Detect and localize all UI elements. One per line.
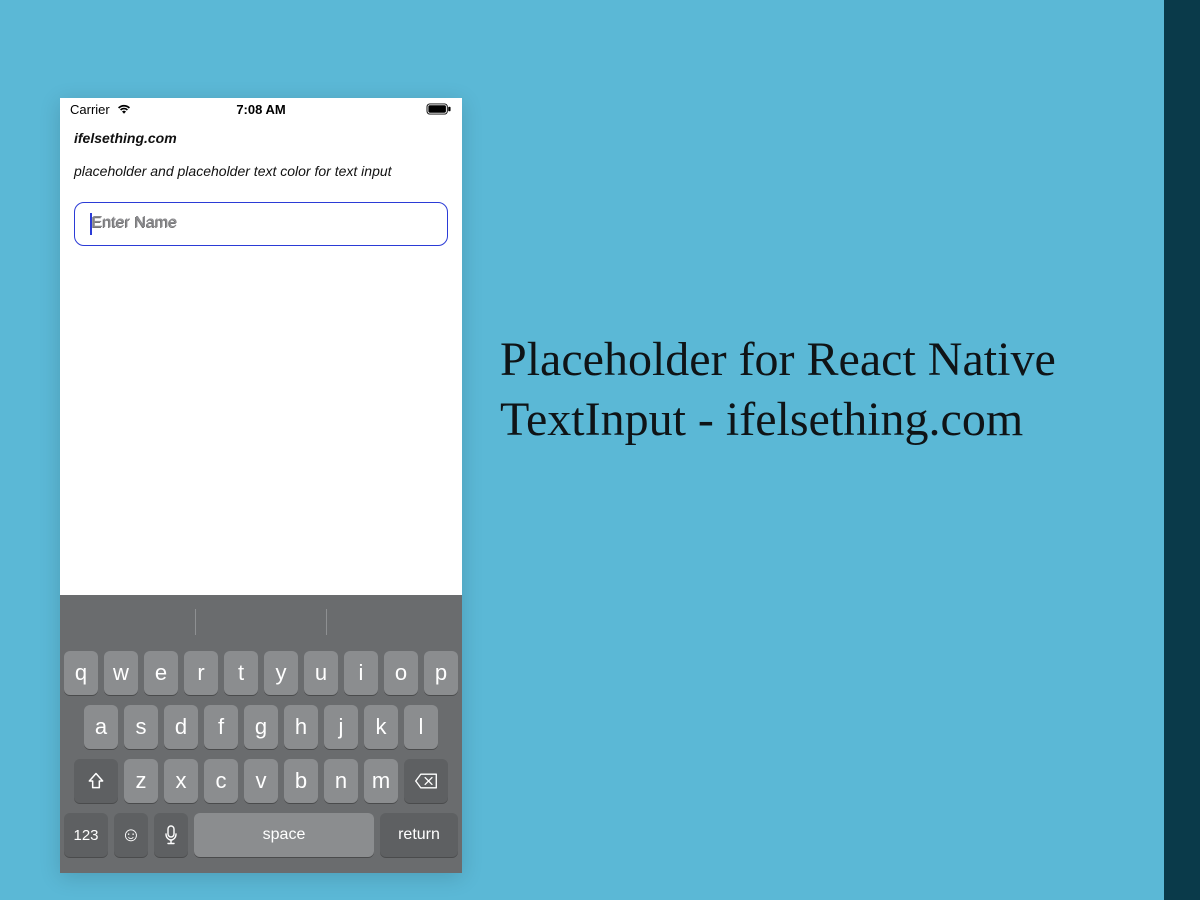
key-i[interactable]: i bbox=[344, 651, 378, 695]
backspace-icon bbox=[414, 772, 438, 790]
key-k[interactable]: k bbox=[364, 705, 398, 749]
decorative-edge bbox=[1164, 0, 1200, 900]
suggestion-slot-3[interactable] bbox=[327, 601, 458, 643]
key-j[interactable]: j bbox=[324, 705, 358, 749]
key-q[interactable]: q bbox=[64, 651, 98, 695]
space-key[interactable]: space bbox=[194, 813, 374, 857]
microphone-icon bbox=[164, 825, 178, 845]
key-y[interactable]: y bbox=[264, 651, 298, 695]
emoji-icon: ☺ bbox=[121, 824, 141, 847]
text-caret bbox=[90, 213, 92, 235]
key-f[interactable]: f bbox=[204, 705, 238, 749]
emoji-key[interactable]: ☺ bbox=[114, 813, 148, 857]
suggestion-bar bbox=[64, 601, 458, 643]
wifi-icon bbox=[116, 103, 132, 115]
status-right bbox=[426, 103, 452, 115]
key-l[interactable]: l bbox=[404, 705, 438, 749]
key-o[interactable]: o bbox=[384, 651, 418, 695]
key-row-3: z x c v b n m bbox=[64, 759, 458, 803]
dictation-key[interactable] bbox=[154, 813, 188, 857]
phone-mockup: Carrier 7:08 AM ifelsething.com placehol… bbox=[60, 98, 462, 873]
shift-icon bbox=[86, 771, 106, 791]
key-row-4: 123 ☺ space return bbox=[64, 813, 458, 857]
key-row-1: q w e r t y u i o p bbox=[64, 651, 458, 695]
key-b[interactable]: b bbox=[284, 759, 318, 803]
suggestion-slot-1[interactable] bbox=[64, 601, 195, 643]
key-v[interactable]: v bbox=[244, 759, 278, 803]
key-g[interactable]: g bbox=[244, 705, 278, 749]
key-c[interactable]: c bbox=[204, 759, 238, 803]
key-x[interactable]: x bbox=[164, 759, 198, 803]
battery-icon bbox=[426, 103, 452, 115]
site-label: ifelsething.com bbox=[74, 130, 448, 146]
soft-keyboard: q w e r t y u i o p a s d f g h j k l bbox=[60, 595, 462, 873]
key-h[interactable]: h bbox=[284, 705, 318, 749]
key-w[interactable]: w bbox=[104, 651, 138, 695]
key-s[interactable]: s bbox=[124, 705, 158, 749]
numbers-key[interactable]: 123 bbox=[64, 813, 108, 857]
key-m[interactable]: m bbox=[364, 759, 398, 803]
key-t[interactable]: t bbox=[224, 651, 258, 695]
return-key[interactable]: return bbox=[380, 813, 458, 857]
key-r[interactable]: r bbox=[184, 651, 218, 695]
suggestion-slot-2[interactable] bbox=[196, 601, 327, 643]
shift-key[interactable] bbox=[74, 759, 118, 803]
name-input[interactable] bbox=[74, 202, 448, 246]
key-e[interactable]: e bbox=[144, 651, 178, 695]
key-row-2: a s d f g h j k l bbox=[64, 705, 458, 749]
status-bar: Carrier 7:08 AM bbox=[60, 98, 462, 120]
page-headline: Placeholder for React Native TextInput -… bbox=[500, 330, 1140, 450]
name-input-wrapper: Enter Name bbox=[74, 202, 448, 246]
content-spacer bbox=[60, 256, 462, 595]
app-content: ifelsething.com placeholder and placehol… bbox=[60, 120, 462, 256]
key-u[interactable]: u bbox=[304, 651, 338, 695]
carrier-label: Carrier bbox=[70, 102, 110, 117]
key-a[interactable]: a bbox=[84, 705, 118, 749]
backspace-key[interactable] bbox=[404, 759, 448, 803]
key-z[interactable]: z bbox=[124, 759, 158, 803]
clock-label: 7:08 AM bbox=[236, 102, 285, 117]
description-text: placeholder and placeholder text color f… bbox=[74, 162, 448, 180]
key-n[interactable]: n bbox=[324, 759, 358, 803]
status-left: Carrier bbox=[70, 102, 132, 117]
key-d[interactable]: d bbox=[164, 705, 198, 749]
key-p[interactable]: p bbox=[424, 651, 458, 695]
